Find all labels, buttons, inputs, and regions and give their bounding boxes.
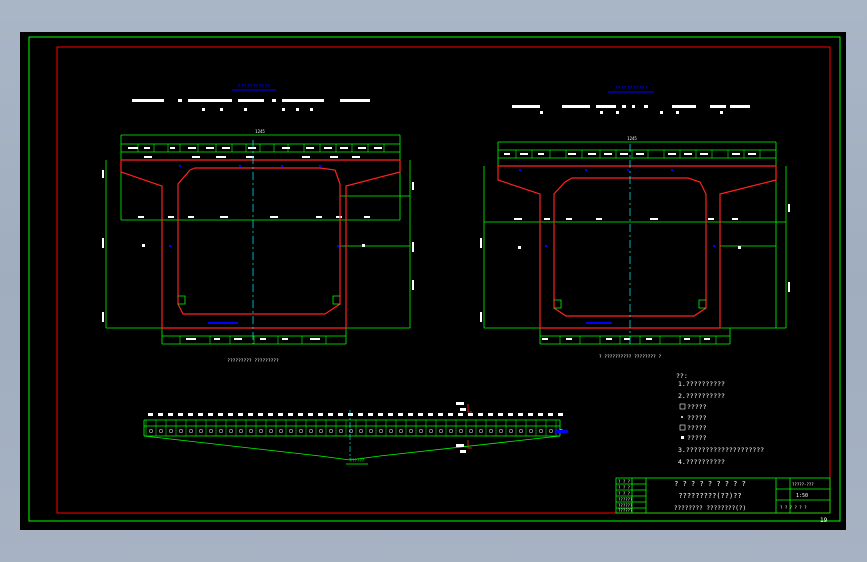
tb-left-row-6: ?????? [618,508,633,513]
tb-page-number: 19 [820,517,828,524]
tb-drawing-name: ?????????(??)?? [678,492,741,500]
cad-viewport[interactable]: ??????????? 1245 ????????? ????????? ???… [20,32,846,530]
tb-scale: 1:50 [796,493,808,499]
tb-left-row-4: ?????? [618,497,633,502]
tb-sheet: ? ? ? ? ? ? [780,505,807,510]
profile-label: ?????? [350,458,365,463]
note-2c: ????? [687,424,707,432]
note-2: 2.?????????? [678,392,725,400]
cad-drawing[interactable]: ??????????? 1245 ????????? ????????? ???… [20,32,846,530]
girder-profile: ?????? [143,402,568,465]
tb-drawing-subname: ???????? ????????(?) [674,505,746,512]
right-section-caption: ? ?????????? ???????? ? [599,354,662,360]
left-section-title: ??????????? [237,84,270,90]
note-4: 4.?????????? [678,458,725,466]
left-section-caption: ????????? ????????? [227,358,279,364]
title-block: ? ? ? ? ? ? ? ? ? ?????? ?????? ?????? ?… [615,477,831,524]
notes-heading: ??: [676,372,688,380]
note-2d: ????? [687,434,707,442]
note-2a: ????? [687,403,707,411]
right-top-dimension: 1245 [627,136,637,141]
note-2b: ????? [687,414,707,422]
tb-drawing-no: ?????-??? [792,482,814,487]
left-top-dimension: 1245 [255,129,265,134]
notes-block: ??: 1.?????????? 2.?????????? ????? ????… [676,372,764,466]
note-1: 1.?????????? [678,380,725,388]
note-3: 3.???????????????????? [678,446,764,454]
right-section-title: ??????????? [614,86,647,92]
tb-left-row-2: ? ? ? [618,485,631,490]
tb-project: ? ? ? ? ? ? ? ? ? [674,480,746,488]
right-section-view: ??????????? 1245 ? ?????????? ???????? ? [480,86,790,360]
tb-left-row-3: ? ? ? [618,491,631,496]
drawing-border [56,46,831,514]
left-section-view: ??????????? 1245 ????????? ????????? [102,84,414,364]
tb-left-row-1: ? ? ? [618,479,631,484]
